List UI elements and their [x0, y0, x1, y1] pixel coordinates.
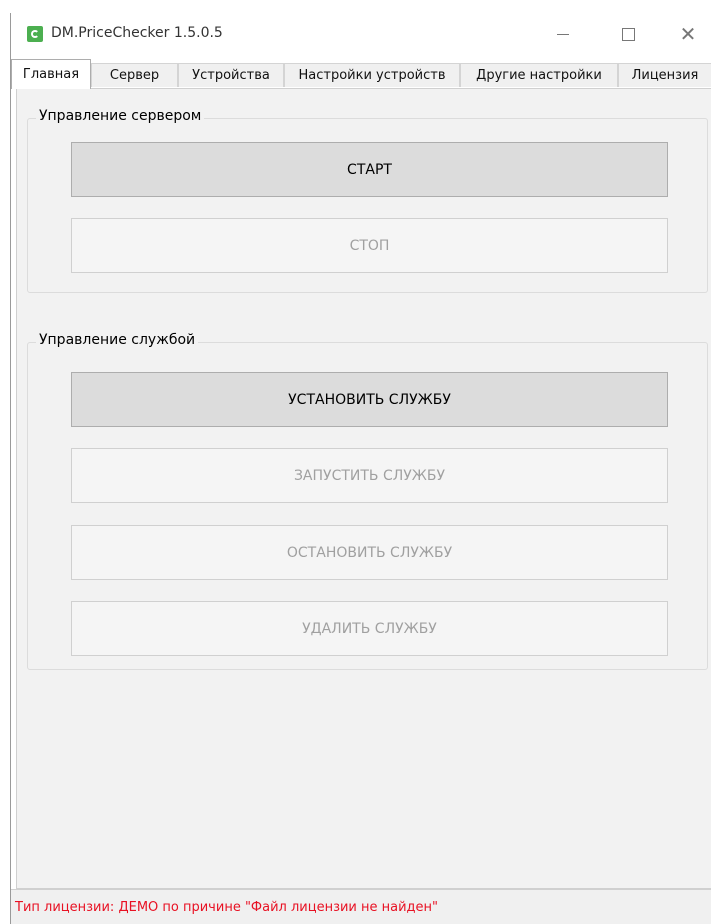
- minimize-button[interactable]: [541, 19, 585, 49]
- minimize-icon: [557, 33, 569, 35]
- install-service-button[interactable]: УСТАНОВИТЬ СЛУЖБУ: [71, 372, 668, 427]
- service-control-label: Управление службой: [36, 332, 199, 348]
- close-button[interactable]: ✕: [666, 19, 710, 49]
- tab-device-settings[interactable]: Настройки устройств: [284, 63, 460, 87]
- server-control-label: Управление сервером: [36, 108, 205, 124]
- status-bar: Тип лицензии: ДЕМО по причине "Файл лице…: [11, 889, 711, 924]
- start-service-button[interactable]: ЗАПУСТИТЬ СЛУЖБУ: [71, 448, 668, 503]
- stop-service-button[interactable]: ОСТАНОВИТЬ СЛУЖБУ: [71, 525, 668, 580]
- server-control-group: Управление сервером СТАРТ СТОП: [27, 108, 708, 293]
- maximize-icon: [621, 27, 635, 41]
- license-status-text: Тип лицензии: ДЕМО по причине "Файл лице…: [15, 900, 439, 915]
- tab-main[interactable]: Главная: [11, 59, 91, 89]
- service-control-group: Управление службой УСТАНОВИТЬ СЛУЖБУ ЗАП…: [27, 332, 708, 670]
- maximize-button[interactable]: [606, 19, 650, 49]
- close-icon: ✕: [679, 22, 697, 46]
- tab-server[interactable]: Сервер: [91, 63, 178, 87]
- app-window: DM.PriceChecker 1.5.0.5 ✕ Главная Сервер…: [10, 13, 711, 924]
- tab-license[interactable]: Лицензия: [618, 63, 711, 87]
- tab-devices[interactable]: Устройства: [178, 63, 284, 87]
- start-button[interactable]: СТАРТ: [71, 142, 668, 197]
- main-tab-panel: Управление сервером СТАРТ СТОП Управлени…: [16, 88, 711, 889]
- app-logo-icon: [27, 26, 43, 42]
- window-title: DM.PriceChecker 1.5.0.5: [51, 25, 223, 41]
- tab-strip: Главная Сервер Устройства Настройки устр…: [11, 59, 711, 89]
- delete-service-button[interactable]: УДАЛИТЬ СЛУЖБУ: [71, 601, 668, 656]
- stop-button[interactable]: СТОП: [71, 218, 668, 273]
- title-bar[interactable]: DM.PriceChecker 1.5.0.5 ✕: [11, 13, 711, 56]
- tab-other-settings[interactable]: Другие настройки: [460, 63, 618, 87]
